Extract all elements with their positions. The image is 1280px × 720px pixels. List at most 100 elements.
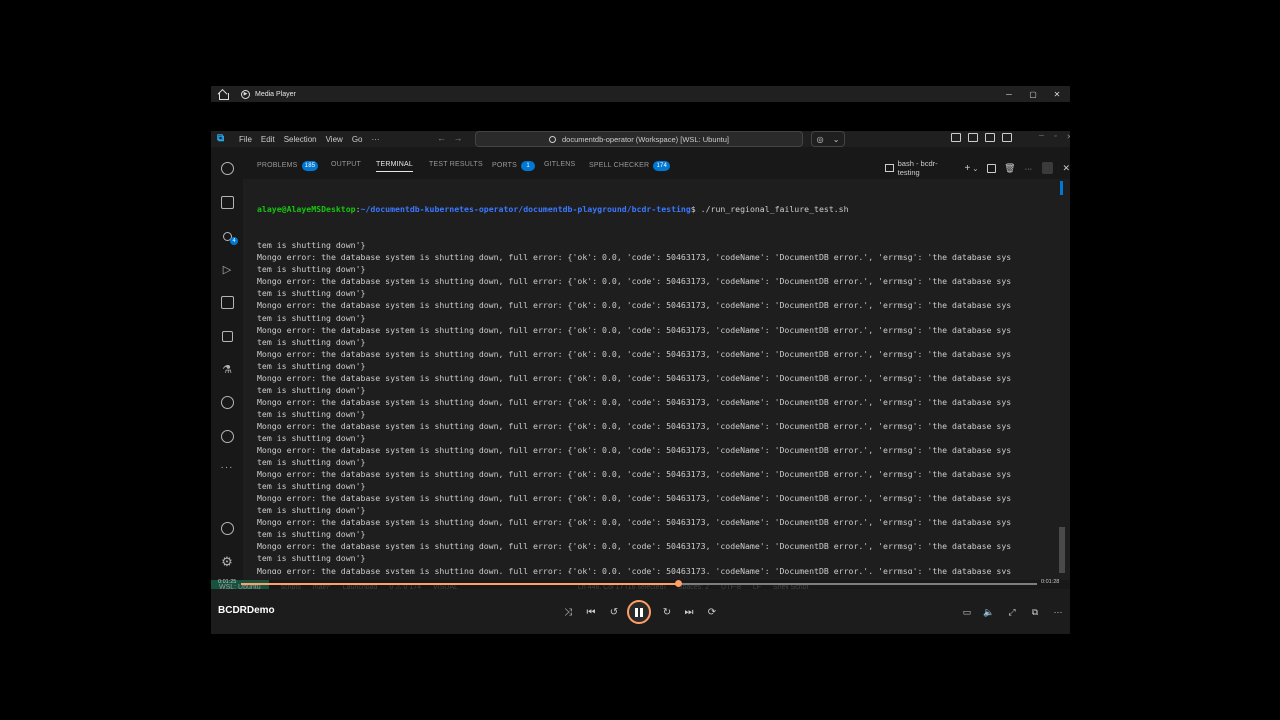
play-pause-button[interactable] [627, 600, 651, 624]
new-terminal-icon[interactable]: + [964, 163, 970, 174]
seek-bar[interactable] [241, 580, 1037, 587]
more-actions-icon[interactable]: ··· [1025, 164, 1033, 173]
next-icon[interactable]: ⏭ [682, 605, 696, 619]
previous-icon[interactable]: ⏮ [584, 605, 598, 619]
explorer-icon[interactable] [218, 193, 236, 211]
chevron-down-icon: ⌄ [832, 134, 840, 144]
tab-ports[interactable]: PORTS 1 [492, 161, 536, 171]
terminal-line: Mongo error: the database system is shut… [257, 396, 1012, 407]
repeat-icon[interactable]: ⟳ [705, 605, 719, 619]
vscode-logo-icon: ⧉ [217, 133, 225, 144]
media-player-icon: ▶ [241, 89, 250, 99]
remote-explorer-icon[interactable] [218, 293, 236, 311]
terminal-line: tem is shutting down'} [257, 505, 366, 516]
terminal-line: Mongo error: the database system is shut… [257, 300, 1012, 311]
activity-bar: 4 ▷ ⚗ ··· ⚙ [211, 147, 243, 580]
media-player-titlebar: ▶ Media Player ─ ▢ ✕ [211, 86, 1070, 102]
terminal-line: Mongo error: the database system is shut… [257, 324, 1012, 335]
seek-fill [241, 583, 678, 585]
terminal-toolbar: bash - bcdr-testing + ⌄ 🗑 ··· ✕ [885, 159, 1070, 177]
volume-icon[interactable]: 🔈 [983, 607, 995, 617]
menu-view[interactable]: View [326, 135, 343, 144]
more-options-icon[interactable]: ··· [1052, 607, 1064, 617]
run-debug-icon[interactable]: ▷ [218, 260, 236, 278]
close-panel-icon[interactable]: ✕ [1062, 163, 1070, 174]
miniplayer-icon[interactable]: ▭ [961, 607, 973, 617]
restore-icon[interactable]: ▫ [1054, 133, 1056, 141]
menu-more[interactable]: ··· [371, 135, 379, 144]
minimize-icon[interactable]: ─ [1039, 133, 1044, 141]
terminal-line: tem is shutting down'} [257, 336, 366, 347]
letterbox-top [211, 102, 1070, 131]
tab-gitlens[interactable]: GITLENS [544, 161, 575, 168]
tab-test-results[interactable]: TEST RESULTS [429, 161, 483, 168]
source-control-icon[interactable]: 4 [218, 227, 238, 245]
tab-problems[interactable]: PROBLEMS 185 [257, 161, 319, 171]
terminal-output[interactable]: alaye@AlayeMSDesktop:~/documentdb-kubern… [257, 179, 1057, 574]
skip-back-10-icon[interactable]: ↺ [607, 605, 621, 619]
maximize-icon[interactable]: ▢ [1021, 86, 1045, 102]
toggle-sidebar-icon[interactable] [968, 133, 978, 142]
layout-icon[interactable] [951, 133, 961, 142]
kubernetes-icon[interactable] [218, 427, 236, 445]
close-icon[interactable]: ✕ [1045, 86, 1069, 102]
terminal-line: Mongo error: the database system is shut… [257, 372, 1012, 383]
terminal-scrollbar[interactable] [1059, 527, 1065, 573]
command-center-search[interactable]: documentdb-operator (Workspace) [WSL: Ub… [475, 131, 803, 147]
testing-icon[interactable]: ⚗ [218, 360, 236, 378]
terminal-line: Mongo error: the database system is shut… [257, 565, 1012, 575]
prompt-path: ~/documentdb-kubernetes-operator/documen… [360, 204, 691, 215]
app-name: Media Player [255, 90, 296, 98]
seek-thumb[interactable] [675, 580, 682, 587]
shuffle-icon[interactable]: ⤨ [561, 605, 575, 619]
close-icon[interactable]: ✕ [1066, 133, 1070, 141]
copilot-button[interactable]: ◎ ⌄ [811, 131, 845, 147]
account-icon[interactable] [218, 519, 236, 537]
terminal-line: tem is shutting down'} [257, 529, 366, 540]
terminal-line: tem is shutting down'} [257, 481, 366, 492]
tab-output[interactable]: OUTPUT [331, 161, 361, 168]
menu-go[interactable]: Go [352, 135, 363, 144]
terminal-line: Mongo error: the database system is shut… [257, 276, 1012, 287]
home-icon[interactable] [218, 89, 229, 100]
terminal-line: Mongo error: the database system is shut… [257, 420, 1012, 431]
gitlens-icon[interactable] [218, 393, 236, 411]
fullscreen-icon[interactable]: ⤢ [1006, 607, 1018, 617]
terminal-line: tem is shutting down'} [257, 288, 366, 299]
forward-arrow-icon[interactable]: → [454, 133, 463, 143]
prompt-user: alaye@AlayeMSDesktop [257, 204, 356, 215]
time-total: 0:01:28 [1041, 579, 1060, 585]
tab-spell-checker[interactable]: SPELL CHECKER 174 [589, 161, 671, 171]
media-player-window: ▶ Media Player ─ ▢ ✕ ⧉ File Edit Selecti… [211, 86, 1070, 634]
maximize-panel-icon[interactable] [1042, 162, 1054, 174]
terminal-icon [885, 164, 894, 172]
more-views-icon[interactable]: ··· [218, 458, 236, 476]
terminal-line: tem is shutting down'} [257, 457, 366, 468]
window-controls: ─ ▢ ✕ [997, 86, 1069, 102]
vscode-window-controls: ─ ▫ ✕ [1039, 133, 1070, 141]
minimize-icon[interactable]: ─ [997, 86, 1021, 102]
terminal-line: Mongo error: the database system is shut… [257, 541, 1012, 552]
extensions-icon[interactable] [218, 327, 236, 345]
toggle-panel-icon[interactable] [985, 133, 995, 142]
gear-icon[interactable]: ⚙ [218, 553, 236, 571]
cast-icon[interactable]: ⧉ [1029, 607, 1041, 617]
media-controls: BCDRDemo ⤨ ⏮ ↺ ↻ ⏭ ⟳ ▭ 🔈 ⤢ ⧉ ··· [211, 589, 1070, 634]
menu-edit[interactable]: Edit [261, 135, 275, 144]
terminal-line: Mongo error: the database system is shut… [257, 517, 1012, 528]
terminal-name[interactable]: bash - bcdr-testing [898, 159, 957, 177]
menu-file[interactable]: File [239, 135, 252, 144]
vscode-titlebar: ⧉ File Edit Selection View Go ··· ← → do… [211, 131, 1070, 147]
menu-selection[interactable]: Selection [284, 135, 317, 144]
back-arrow-icon[interactable]: ← [437, 133, 446, 143]
split-terminal-icon[interactable] [986, 163, 997, 173]
tab-terminal[interactable]: TERMINAL [376, 161, 413, 172]
skip-forward-30-icon[interactable]: ↻ [660, 605, 674, 619]
chevron-down-icon[interactable]: ⌄ [972, 164, 978, 173]
layout-controls [951, 133, 1012, 142]
trash-icon[interactable]: 🗑 [1004, 163, 1015, 174]
pause-icon [635, 607, 638, 617]
copilot-icon: ◎ [816, 134, 824, 144]
toggle-secondary-sidebar-icon[interactable] [1002, 133, 1012, 142]
search-icon[interactable] [218, 159, 236, 177]
